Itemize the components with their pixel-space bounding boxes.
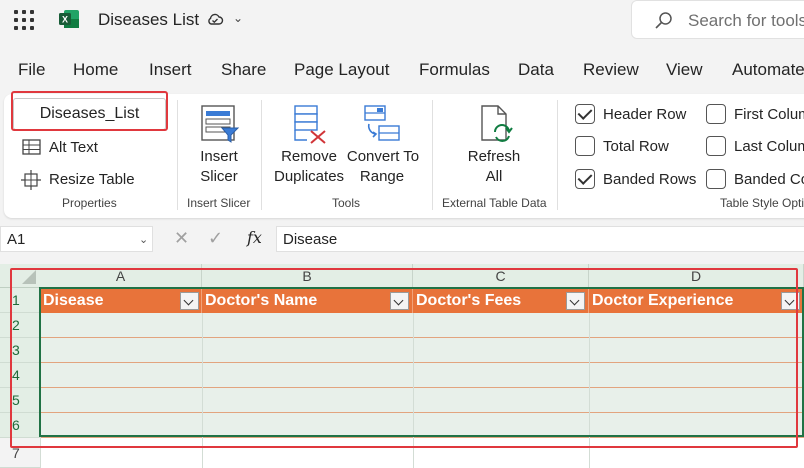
remove-duplicates-icon [294, 105, 326, 144]
formula-input[interactable]: Disease [276, 226, 804, 252]
header-row-checkbox[interactable] [575, 104, 595, 124]
search-placeholder: Search for tools [688, 11, 804, 30]
title-bar: X Diseases List ⌄ Search for tools [0, 0, 804, 40]
insert-slicer-label-2[interactable]: Slicer [199, 167, 239, 187]
insert-function-icon[interactable]: fx [247, 228, 262, 247]
banded-columns-label: Banded Co [734, 171, 804, 188]
title-chevron-icon[interactable]: ⌄ [233, 11, 243, 25]
convert-to-range-label-1[interactable]: Convert To [345, 147, 421, 167]
ribbon-separator [177, 100, 178, 210]
tab-review[interactable]: Review [583, 60, 639, 80]
group-label-insert-slicer: Insert Slicer [187, 196, 251, 210]
last-column-checkbox[interactable] [706, 136, 726, 156]
insert-slicer-label-1[interactable]: Insert [199, 147, 239, 167]
last-column-label: Last Colum [734, 138, 804, 155]
chevron-down-icon[interactable]: ⌄ [139, 233, 148, 246]
refresh-all-icon [481, 105, 513, 142]
first-column-label: First Colum [734, 106, 804, 123]
tab-data[interactable]: Data [518, 60, 554, 80]
banded-rows-checkbox[interactable] [575, 169, 595, 189]
enter-check-icon[interactable]: ✓ [208, 228, 223, 249]
tab-home[interactable]: Home [73, 60, 118, 80]
header-row-label: Header Row [603, 106, 687, 123]
group-label-tools: Tools [332, 196, 361, 210]
name-box-value: A1 [7, 231, 26, 248]
total-row-checkbox[interactable] [575, 136, 595, 156]
search-box[interactable]: Search for tools [631, 0, 804, 39]
ribbon-separator [557, 100, 558, 210]
banded-rows-label: Banded Rows [603, 171, 697, 188]
highlight-table [10, 268, 798, 448]
alt-text-icon [22, 139, 41, 155]
menu-bar: File Home Insert Share Page Layout Formu… [0, 52, 804, 88]
ribbon-separator [432, 100, 433, 210]
highlight-table-name [11, 91, 168, 131]
group-label-style-options: Table Style Opti [720, 196, 804, 210]
tab-view[interactable]: View [666, 60, 703, 80]
ribbon-separator [261, 100, 262, 210]
tab-insert[interactable]: Insert [149, 60, 192, 80]
convert-to-range-icon [364, 105, 400, 141]
cancel-icon[interactable]: ✕ [174, 228, 189, 249]
document-title[interactable]: Diseases List [98, 10, 199, 30]
banded-columns-checkbox[interactable] [706, 169, 726, 189]
refresh-all-label-2[interactable]: All [464, 167, 524, 187]
total-row-label: Total Row [603, 138, 669, 155]
tab-file[interactable]: File [18, 60, 45, 80]
first-column-checkbox[interactable] [706, 104, 726, 124]
tab-share[interactable]: Share [221, 60, 266, 80]
app-launcher-icon[interactable] [14, 10, 34, 30]
tab-page-layout[interactable]: Page Layout [294, 60, 389, 80]
excel-logo-icon: X [59, 10, 79, 28]
alt-text-button[interactable]: Alt Text [49, 139, 98, 156]
tab-automate[interactable]: Automate [732, 60, 804, 80]
remove-duplicates-label-2[interactable]: Duplicates [274, 167, 344, 187]
remove-duplicates-label-1[interactable]: Remove [279, 147, 339, 167]
saved-status-icon[interactable] [206, 11, 224, 29]
insert-slicer-icon [201, 105, 240, 143]
group-label-external: External Table Data [442, 196, 547, 210]
formula-bar: A1 ⌄ ✕ ✓ fx Disease [0, 224, 804, 254]
convert-to-range-label-2[interactable]: Range [352, 167, 412, 187]
tab-formulas[interactable]: Formulas [419, 60, 490, 80]
formula-content: Disease [283, 231, 338, 248]
refresh-all-label-1[interactable]: Refresh [464, 147, 524, 167]
search-icon [655, 12, 672, 29]
name-box[interactable]: A1 ⌄ [0, 226, 153, 252]
resize-table-icon [21, 170, 41, 190]
resize-table-button[interactable]: Resize Table [49, 171, 135, 188]
group-label-properties: Properties [62, 196, 117, 210]
svg-text:X: X [62, 15, 68, 25]
